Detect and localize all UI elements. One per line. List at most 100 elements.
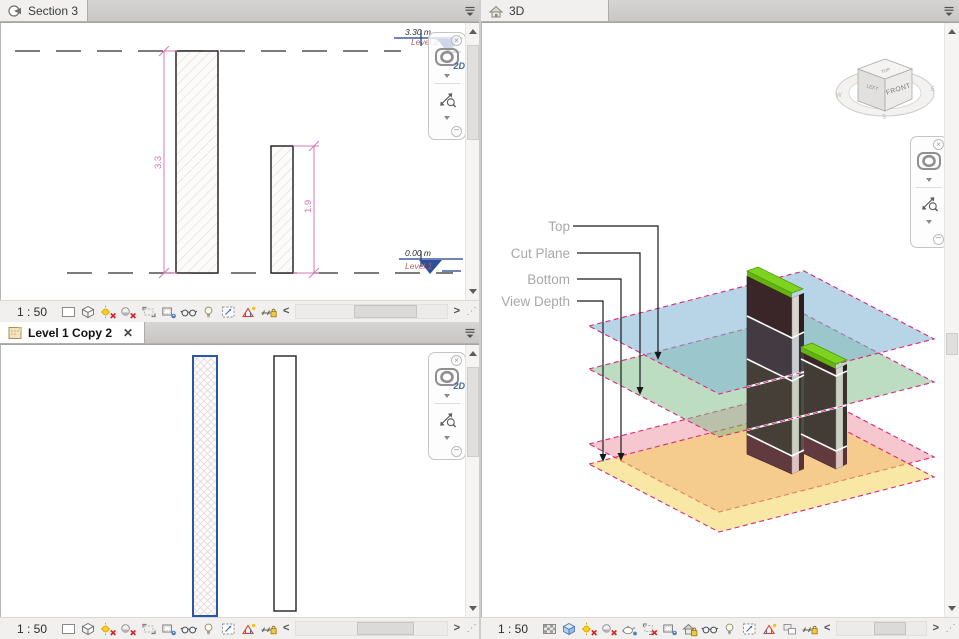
- show-analytical-model-icon[interactable]: [240, 304, 258, 320]
- vertical-scrollbar[interactable]: [465, 345, 480, 617]
- reveal-hidden-elements-icon[interactable]: [200, 621, 218, 637]
- scroll-left-icon[interactable]: <: [278, 306, 294, 317]
- scroll-down-icon[interactable]: [469, 289, 477, 294]
- tab-section-3[interactable]: Section 3: [0, 0, 89, 21]
- scroll-right-icon[interactable]: >: [449, 306, 465, 317]
- compass-west-label[interactable]: W: [836, 93, 842, 99]
- show-crop-region-icon[interactable]: [661, 621, 679, 637]
- close-icon[interactable]: ✕: [121, 326, 135, 340]
- temporary-view-properties-icon[interactable]: [220, 304, 238, 320]
- horizontal-scrollbar[interactable]: [836, 621, 927, 636]
- vertical-scrollbar[interactable]: [944, 23, 959, 617]
- scroll-left-icon[interactable]: <: [819, 623, 835, 634]
- chevron-down-icon[interactable]: [444, 116, 450, 120]
- section-view-canvas[interactable]: 3.3 1.9 3.30 m Level 2 0.00 m Level 1 × …: [0, 22, 480, 300]
- temporary-hide-isolate-icon[interactable]: [180, 304, 198, 320]
- vertical-scrollbar[interactable]: [465, 23, 480, 300]
- scale-button[interactable]: 1 : 50: [17, 305, 47, 319]
- collapse-icon[interactable]: −: [451, 446, 462, 457]
- viewcube[interactable]: TOP LEFT FRONT W S E: [835, 58, 935, 121]
- visual-style-shaded-icon[interactable]: [561, 621, 579, 637]
- displacement-sets-icon[interactable]: [781, 621, 799, 637]
- reveal-hidden-elements-icon[interactable]: [721, 621, 739, 637]
- scale-button[interactable]: 1 : 50: [17, 622, 47, 636]
- resize-grip[interactable]: ⋰: [944, 623, 957, 634]
- tab-list-icon[interactable]: [939, 0, 959, 21]
- shadows-off-icon[interactable]: [601, 621, 619, 637]
- resize-grip[interactable]: ⋰: [465, 623, 478, 634]
- close-icon[interactable]: ×: [933, 139, 944, 150]
- shadows-off-icon[interactable]: [120, 304, 138, 320]
- temporary-view-properties-icon[interactable]: [220, 621, 238, 637]
- scrollbar-thumb[interactable]: [356, 622, 414, 635]
- steering-wheel-icon[interactable]: 2D: [434, 367, 465, 391]
- scroll-up-icon[interactable]: [948, 29, 956, 34]
- wall-plan[interactable]: [273, 355, 297, 612]
- temporary-hide-isolate-icon[interactable]: [180, 621, 198, 637]
- wall-short-section[interactable]: [270, 145, 294, 274]
- show-rendering-dialog-icon[interactable]: [621, 621, 639, 637]
- compass-east-label[interactable]: E: [931, 87, 935, 93]
- dimension-text[interactable]: 1.9: [303, 200, 314, 213]
- crop-view-icon[interactable]: [140, 304, 158, 320]
- show-analytical-model-icon[interactable]: [761, 621, 779, 637]
- tab-list-icon[interactable]: [460, 322, 480, 343]
- tab-3d[interactable]: 3D: [481, 0, 609, 21]
- scrollbar-thumb[interactable]: [353, 305, 417, 318]
- chevron-down-icon[interactable]: [926, 178, 932, 182]
- reveal-constraints-icon[interactable]: [801, 621, 819, 637]
- steering-wheel-icon[interactable]: 2D: [434, 47, 465, 71]
- tab-list-icon[interactable]: [460, 0, 480, 21]
- sun-path-off-icon[interactable]: [100, 304, 118, 320]
- scroll-right-icon[interactable]: >: [449, 623, 465, 634]
- collapse-icon[interactable]: −: [933, 234, 944, 245]
- scrollbar-thumb[interactable]: [946, 333, 958, 355]
- chevron-down-icon[interactable]: [444, 436, 450, 440]
- wall-tall-section[interactable]: [175, 50, 219, 274]
- temporary-view-properties-icon[interactable]: [741, 621, 759, 637]
- zoom-icon[interactable]: [919, 193, 939, 213]
- threed-view-canvas[interactable]: TOP LEFT FRONT W S E Top Cut Plane Botto…: [481, 22, 959, 617]
- reveal-constraints-icon[interactable]: [260, 304, 278, 320]
- steering-wheel-icon[interactable]: [916, 151, 942, 171]
- reveal-constraints-icon[interactable]: [260, 621, 278, 637]
- show-crop-region-icon[interactable]: [160, 304, 178, 320]
- sun-path-off-icon[interactable]: [100, 621, 118, 637]
- scroll-up-icon[interactable]: [469, 351, 477, 356]
- pane-splitter[interactable]: [479, 0, 481, 639]
- scroll-up-icon[interactable]: [469, 29, 477, 34]
- zoom-icon[interactable]: [437, 89, 457, 109]
- scroll-left-icon[interactable]: <: [278, 623, 294, 634]
- scrollbar-thumb[interactable]: [467, 367, 479, 457]
- horizontal-scrollbar[interactable]: [295, 621, 448, 636]
- scroll-down-icon[interactable]: [469, 606, 477, 611]
- close-icon[interactable]: ×: [451, 35, 462, 46]
- dimension-text[interactable]: 3.3: [153, 156, 164, 169]
- sun-path-off-icon[interactable]: [581, 621, 599, 637]
- detail-level-icon[interactable]: [60, 621, 78, 637]
- detail-level-icon[interactable]: [60, 304, 78, 320]
- chevron-down-icon[interactable]: [444, 394, 450, 398]
- detail-level-fine-icon[interactable]: [541, 621, 559, 637]
- chevron-down-icon[interactable]: [926, 220, 932, 224]
- zoom-icon[interactable]: [437, 409, 457, 429]
- scroll-down-icon[interactable]: [948, 606, 956, 611]
- scrollbar-thumb[interactable]: [874, 622, 907, 635]
- unlocked-3d-view-icon[interactable]: [681, 621, 699, 637]
- reveal-hidden-elements-icon[interactable]: [200, 304, 218, 320]
- crop-view-icon[interactable]: [140, 621, 158, 637]
- compass-south-label[interactable]: S: [882, 115, 886, 121]
- chevron-down-icon[interactable]: [444, 74, 450, 78]
- scale-button[interactable]: 1 : 50: [498, 622, 528, 636]
- scrollbar-thumb[interactable]: [467, 45, 479, 140]
- plan-view-canvas[interactable]: × 2D −: [0, 344, 480, 617]
- level-1-head[interactable]: 0.00 m Level 1: [399, 248, 463, 274]
- visual-style-icon[interactable]: [80, 621, 98, 637]
- show-analytical-model-icon[interactable]: [240, 621, 258, 637]
- crop-view-off-icon[interactable]: [641, 621, 659, 637]
- visual-style-icon[interactable]: [80, 304, 98, 320]
- close-icon[interactable]: ×: [451, 355, 462, 366]
- show-crop-region-icon[interactable]: [160, 621, 178, 637]
- scroll-right-icon[interactable]: >: [928, 623, 944, 634]
- wall-selected-plan[interactable]: [192, 355, 218, 617]
